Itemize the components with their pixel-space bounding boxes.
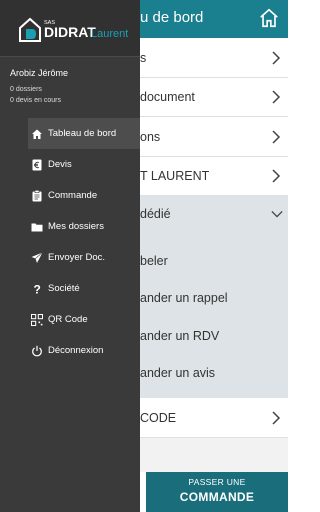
menu-item-label: Envoyer Doc.: [48, 252, 106, 263]
question-icon: ?: [30, 282, 44, 296]
euro-document-icon: [30, 158, 44, 172]
user-dossiers-count: 0 dossiers: [10, 86, 42, 93]
dedicated-item[interactable]: beler: [140, 254, 168, 268]
menu-item-label: Commande: [48, 190, 98, 201]
place-order-line2: COMMANDE: [179, 490, 255, 504]
qr-code-row[interactable]: CODE: [140, 398, 288, 438]
user-devis-count: 0 devis en cours: [10, 97, 61, 104]
content-row-label: s: [140, 50, 147, 65]
drawer-header: SAS DIDRAT Laurent: [0, 0, 140, 57]
place-order-button[interactable]: PASSER UNE COMMANDE: [146, 472, 288, 512]
content-row[interactable]: s: [140, 38, 288, 78]
content-row-label: document: [140, 90, 195, 104]
chevron-down-icon[interactable]: [271, 210, 283, 218]
dedicated-item[interactable]: ander un RDV: [140, 329, 219, 343]
menu-item-label: Société: [48, 283, 80, 294]
chevron-right-icon: [272, 410, 281, 425]
content-row-label: ons: [140, 129, 161, 144]
menu-item-deconnexion[interactable]: Déconnexion: [28, 335, 140, 366]
menu-item-commande[interactable]: Commande: [28, 180, 140, 211]
dedicated-item[interactable]: ander un avis: [140, 366, 215, 380]
qr-code-row-label: CODE: [140, 410, 177, 425]
brand-suffix: Laurent: [91, 28, 128, 40]
drawer-menu: Tableau de bord Devis Commande Mes dossi…: [28, 118, 140, 366]
svg-text:?: ?: [34, 283, 41, 295]
dedicated-section: dédié beler ander un rappel ander un RDV…: [140, 196, 288, 398]
chevron-right-icon: [272, 169, 281, 183]
place-order-line1: PASSER UNE: [188, 477, 246, 487]
home-icon[interactable]: [258, 7, 280, 29]
page-title: u de bord: [140, 9, 204, 26]
folder-icon: [30, 220, 44, 234]
content-row[interactable]: document: [140, 78, 288, 117]
user-name: Arobiz Jérôme: [10, 68, 69, 78]
chevron-right-icon: [272, 129, 281, 144]
menu-item-envoyer-doc[interactable]: Envoyer Doc.: [28, 242, 140, 273]
paper-plane-icon: [30, 251, 44, 265]
qr-code-icon: [30, 313, 44, 327]
navigation-drawer: SAS DIDRAT Laurent Arobiz Jérôme 0 dossi…: [0, 0, 140, 512]
chevron-right-icon: [272, 50, 281, 65]
menu-item-label: Devis: [48, 159, 72, 170]
menu-item-label: Tableau de bord: [48, 128, 117, 139]
content-row[interactable]: T LAURENT: [140, 157, 288, 196]
chevron-right-icon: [272, 90, 281, 104]
power-icon: [30, 344, 44, 358]
home-icon: [30, 127, 44, 141]
menu-item-label: Mes dossiers: [48, 221, 104, 232]
menu-item-devis[interactable]: Devis: [28, 149, 140, 180]
dedicated-section-label[interactable]: dédié: [140, 207, 171, 221]
dedicated-item[interactable]: ander un rappel: [140, 291, 228, 305]
clipboard-icon: [30, 189, 44, 203]
menu-item-label: QR Code: [48, 314, 88, 325]
menu-item-societe[interactable]: ? Société: [28, 273, 140, 304]
brand-name: DIDRAT: [44, 24, 96, 40]
menu-item-label: Déconnexion: [48, 345, 104, 356]
menu-item-qr-code[interactable]: QR Code: [28, 304, 140, 335]
menu-item-tableau-de-bord[interactable]: Tableau de bord: [28, 118, 140, 149]
menu-item-mes-dossiers[interactable]: Mes dossiers: [28, 211, 140, 242]
content-row-label: T LAURENT: [140, 169, 210, 183]
content-row[interactable]: ons: [140, 117, 288, 157]
brand-logo: SAS DIDRAT Laurent: [19, 17, 128, 42]
